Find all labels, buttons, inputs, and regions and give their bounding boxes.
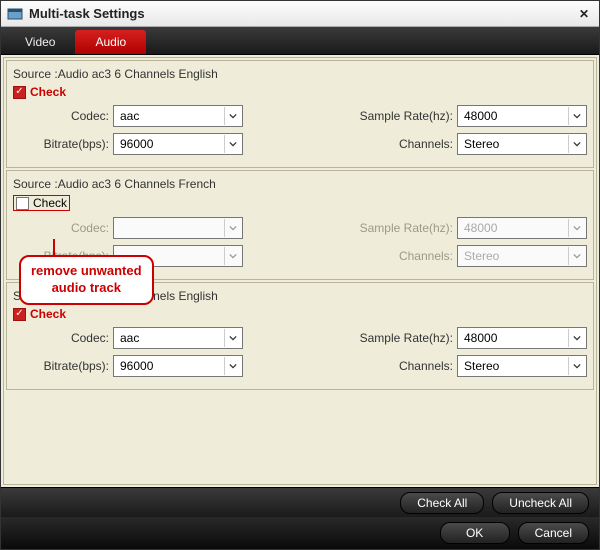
check-all-button[interactable]: Check All — [400, 492, 484, 514]
chevron-down-icon — [568, 247, 584, 265]
chevron-down-icon — [224, 329, 240, 347]
source-label: Source :Audio ac3 6 Channels English — [13, 65, 587, 85]
samplerate-select: 48000 — [457, 217, 587, 239]
app-icon — [7, 6, 23, 22]
footer-dialog-buttons: OK Cancel — [1, 517, 599, 549]
tab-video[interactable]: Video — [5, 30, 75, 54]
tab-bar: Video Audio — [1, 27, 599, 55]
uncheck-all-button[interactable]: Uncheck All — [492, 492, 589, 514]
chevron-down-icon — [224, 247, 240, 265]
codec-value: aac — [120, 331, 139, 345]
chevron-down-icon — [224, 107, 240, 125]
channels-label: Channels: — [337, 359, 457, 373]
content-area: Source :Audio ac3 6 Channels English Che… — [1, 55, 599, 487]
highlight-box: Check — [13, 195, 70, 211]
codec-select — [113, 217, 243, 239]
channels-select[interactable]: Stereo — [457, 355, 587, 377]
source-label: Source :Audio ac3 6 Channels French — [13, 175, 587, 195]
chevron-down-icon — [568, 329, 584, 347]
samplerate-value: 48000 — [464, 221, 497, 235]
chevron-down-icon — [568, 107, 584, 125]
ok-button[interactable]: OK — [440, 522, 510, 544]
codec-label: Codec: — [13, 109, 113, 123]
tab-audio[interactable]: Audio — [75, 30, 146, 54]
chevron-down-icon — [224, 219, 240, 237]
samplerate-label: Sample Rate(hz): — [337, 221, 457, 235]
samplerate-label: Sample Rate(hz): — [337, 331, 457, 345]
titlebar: Multi-task Settings ✕ — [1, 1, 599, 27]
check-checkbox[interactable] — [13, 86, 26, 99]
channels-label: Channels: — [337, 249, 457, 263]
channels-value: Stereo — [464, 249, 499, 263]
footer-check-buttons: Check All Uncheck All — [1, 487, 599, 517]
channels-value: Stereo — [464, 359, 499, 373]
bitrate-label: Bitrate(bps): — [13, 359, 113, 373]
samplerate-value: 48000 — [464, 331, 497, 345]
samplerate-value: 48000 — [464, 109, 497, 123]
bitrate-label: Bitrate(bps): — [13, 137, 113, 151]
check-label: Check — [30, 307, 66, 321]
codec-label: Codec: — [13, 331, 113, 345]
samplerate-label: Sample Rate(hz): — [337, 109, 457, 123]
channels-select: Stereo — [457, 245, 587, 267]
chevron-down-icon — [224, 135, 240, 153]
chevron-down-icon — [568, 135, 584, 153]
settings-window: Multi-task Settings ✕ Video Audio Source… — [0, 0, 600, 550]
codec-value: aac — [120, 109, 139, 123]
close-icon[interactable]: ✕ — [575, 5, 593, 23]
channels-select[interactable]: Stereo — [457, 133, 587, 155]
samplerate-select[interactable]: 48000 — [457, 327, 587, 349]
check-checkbox[interactable] — [13, 308, 26, 321]
bitrate-value: 96000 — [120, 137, 153, 151]
channels-label: Channels: — [337, 137, 457, 151]
chevron-down-icon — [568, 219, 584, 237]
audio-track: Source :Audio ac3 6 Channels English Che… — [6, 60, 594, 168]
bitrate-value: 96000 — [120, 359, 153, 373]
cancel-button[interactable]: Cancel — [518, 522, 589, 544]
annotation-text: audio track — [31, 280, 142, 297]
check-checkbox[interactable] — [16, 197, 29, 210]
bitrate-select[interactable]: 96000 — [113, 355, 243, 377]
check-label: Check — [33, 196, 67, 210]
codec-label: Codec: — [13, 221, 113, 235]
codec-select[interactable]: aac — [113, 327, 243, 349]
chevron-down-icon — [568, 357, 584, 375]
channels-value: Stereo — [464, 137, 499, 151]
codec-select[interactable]: aac — [113, 105, 243, 127]
window-title: Multi-task Settings — [29, 6, 575, 21]
samplerate-select[interactable]: 48000 — [457, 105, 587, 127]
annotation-text: remove unwanted — [31, 263, 142, 280]
bitrate-select[interactable]: 96000 — [113, 133, 243, 155]
chevron-down-icon — [224, 357, 240, 375]
check-label: Check — [30, 85, 66, 99]
annotation-callout: remove unwanted audio track — [19, 255, 154, 305]
